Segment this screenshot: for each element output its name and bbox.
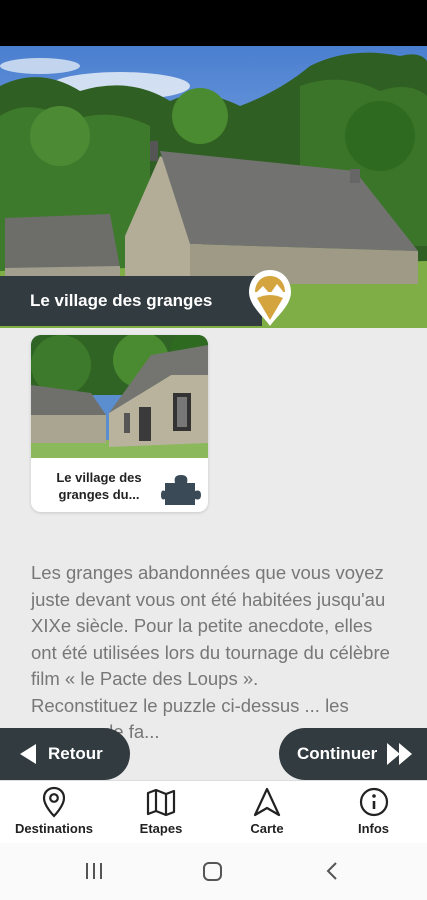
recents-icon[interactable] — [86, 863, 102, 879]
back-icon[interactable] — [326, 862, 337, 880]
arrow-left-icon — [20, 744, 36, 764]
back-button[interactable]: Retour — [0, 728, 130, 780]
puzzle-thumbnail — [31, 335, 208, 458]
tab-carte[interactable]: Carte — [214, 781, 320, 844]
fast-forward-icon — [387, 743, 413, 765]
home-icon[interactable] — [203, 862, 222, 881]
page-title: Le village des granges — [30, 291, 213, 310]
system-nav-bar — [0, 843, 427, 900]
tab-etapes[interactable]: Etapes — [108, 781, 214, 844]
status-bar — [0, 0, 427, 46]
description-text: Les granges abandonnées que vous voyez j… — [31, 560, 401, 746]
map-icon — [146, 788, 176, 817]
tab-label: Infos — [357, 821, 390, 836]
continue-button-label: Continuer — [297, 744, 378, 763]
bottom-tab-bar: Destinations Etapes Carte Infos — [0, 780, 427, 843]
continue-button[interactable]: Continuer — [279, 728, 427, 780]
tab-destinations[interactable]: Destinations — [0, 781, 108, 844]
content-area: Le village des granges du... Les granges… — [0, 328, 427, 780]
page-title-banner: Le village des granges — [0, 276, 262, 326]
info-icon — [359, 787, 388, 817]
location-logo-icon — [249, 270, 291, 326]
tab-label: Etapes — [139, 821, 183, 836]
puzzle-icon — [161, 475, 201, 505]
description-paragraph: Les granges abandonnées que vous voyez j… — [31, 562, 390, 689]
puzzle-card-label: Le village des granges du... — [56, 470, 142, 502]
tab-infos[interactable]: Infos — [320, 781, 427, 844]
tab-label: Destinations — [14, 821, 93, 836]
puzzle-card[interactable]: Le village des granges du... — [31, 335, 208, 512]
tab-label: Carte — [250, 821, 284, 836]
back-button-label: Retour — [48, 744, 103, 763]
location-pin-icon — [42, 786, 66, 818]
navigation-arrow-icon — [253, 787, 281, 817]
